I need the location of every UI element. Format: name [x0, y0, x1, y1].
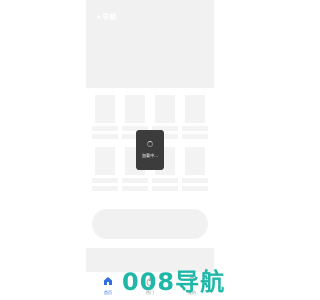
skeleton-line	[122, 186, 148, 191]
tab-home-label: 首页	[104, 290, 112, 295]
banner-title-text: 导航	[102, 13, 117, 21]
loading-toast: 加载中...	[136, 130, 164, 170]
home-icon	[104, 277, 112, 285]
skeleton-line	[92, 186, 118, 191]
skeleton-line	[92, 126, 118, 131]
skeleton-line	[92, 134, 118, 139]
skeleton-line	[122, 178, 148, 183]
skeleton-thumb	[185, 95, 205, 123]
skeleton-card	[92, 147, 118, 191]
loading-spinner-icon	[147, 141, 153, 147]
star-icon: ★	[96, 14, 102, 21]
skeleton-thumb	[125, 95, 145, 123]
skeleton-card	[92, 95, 118, 139]
skeleton-card	[182, 95, 208, 139]
tab-home[interactable]: 首页	[90, 276, 126, 296]
skeleton-line	[182, 178, 208, 183]
skeleton-thumb	[185, 147, 205, 175]
skeleton-line	[152, 186, 178, 191]
skeleton-pill	[92, 209, 208, 239]
loading-text: 加载中...	[142, 153, 158, 158]
skeleton-thumb	[95, 147, 115, 175]
skeleton-line	[182, 186, 208, 191]
skeleton-line	[182, 126, 208, 131]
skeleton-line	[152, 178, 178, 183]
banner-title: ★导航	[96, 12, 116, 22]
banner-placeholder: ★导航	[86, 0, 214, 88]
skeleton-card	[182, 147, 208, 191]
skeleton-thumb	[95, 95, 115, 123]
skeleton-line	[182, 134, 208, 139]
skeleton-thumb	[155, 95, 175, 123]
skeleton-line	[92, 178, 118, 183]
screen: ★导航 首页 热门 我的 加载中... 008导航	[0, 0, 300, 300]
watermark-logo: 008导航	[122, 268, 226, 296]
